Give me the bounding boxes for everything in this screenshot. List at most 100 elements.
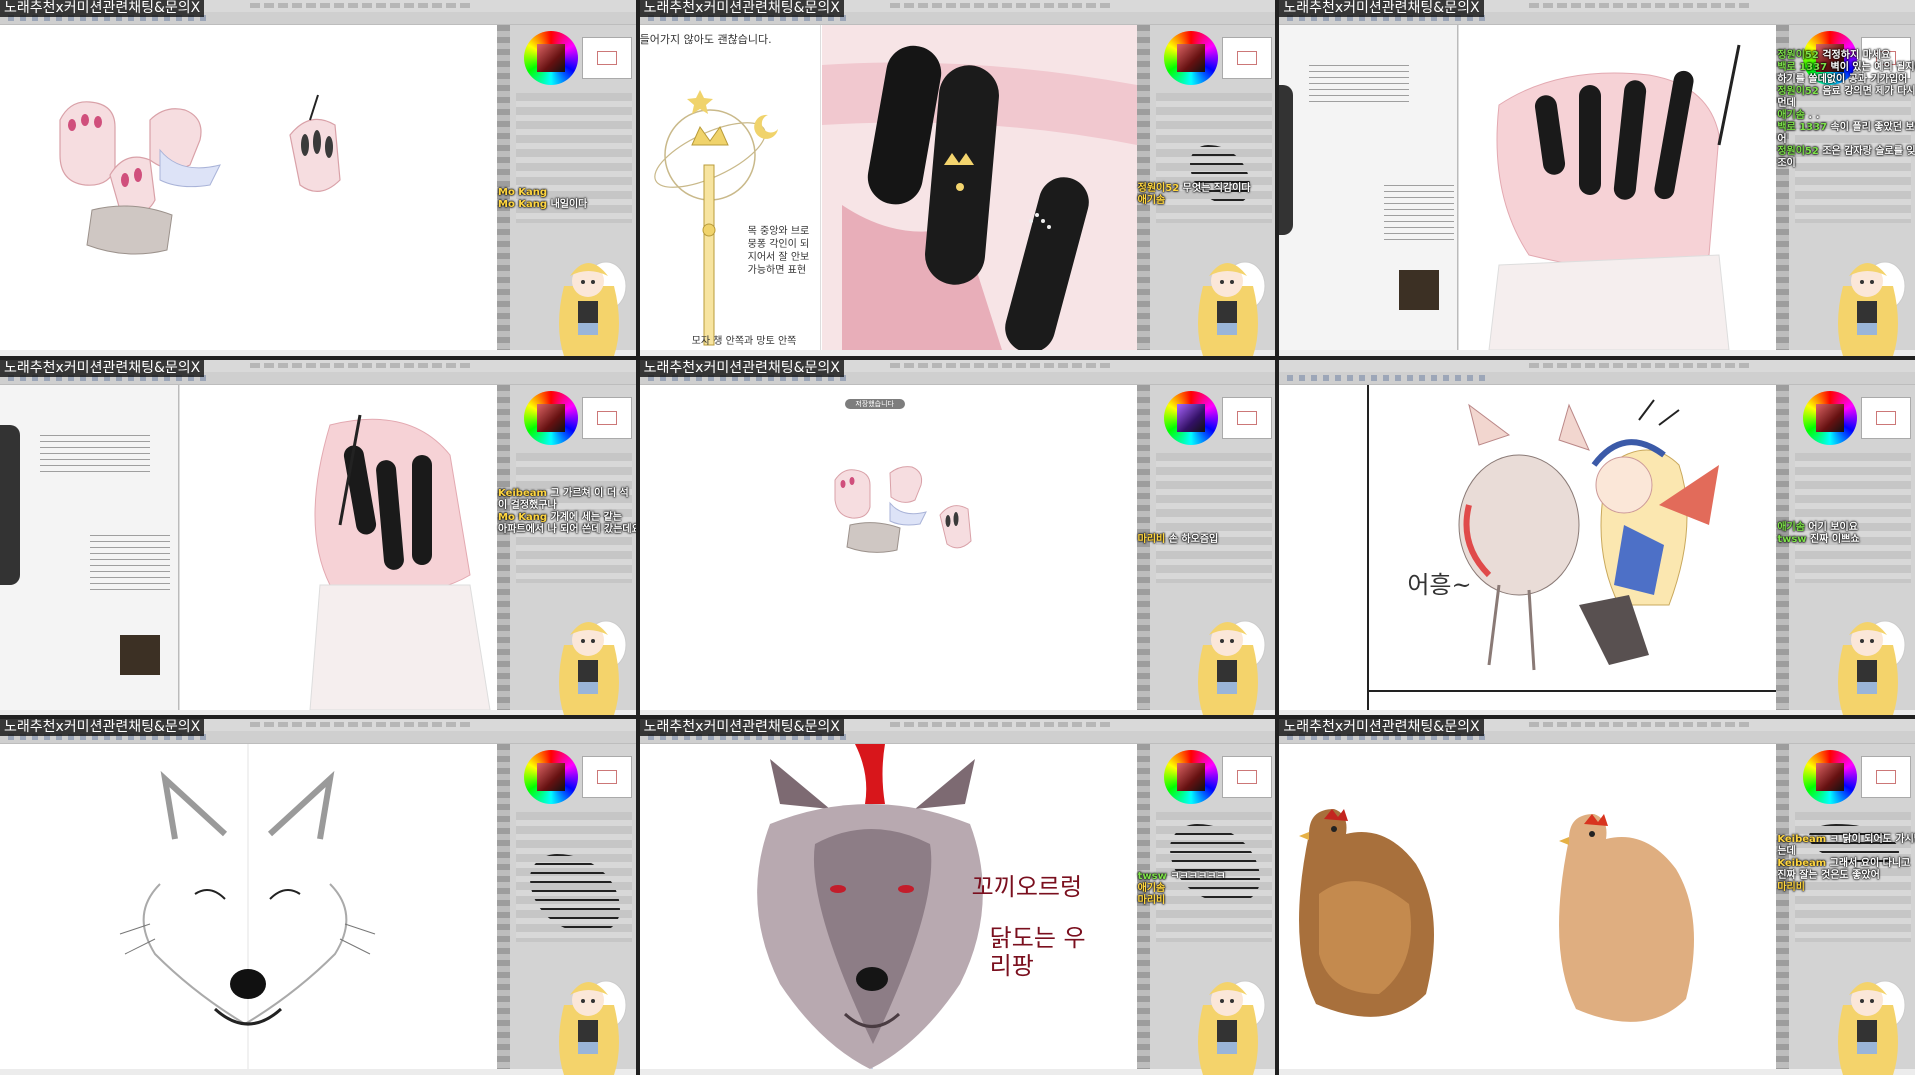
color-wheel[interactable] [524,31,578,85]
mascot-avatar [558,261,627,356]
panel-2: 노래추천x커미션관련채팅&문의X 들어가지 않아도 괜찮습니다. 목 중앙와 브… [639,0,1276,356]
mascot-avatar [1838,980,1906,1075]
navigator-preview[interactable] [582,396,632,439]
chat-line: Keibeam 그래서 요이 다니고 [1777,858,1911,870]
stream-title-overlay: 노래추천x커미션관련채팅&문의X [1279,719,1484,737]
wolf-painting-artwork [756,744,983,1070]
layer-properties[interactable] [1155,452,1272,583]
nail-closeup-artwork [821,25,1137,350]
mascot-avatar [1198,620,1266,716]
art-caption-1: 꼬끼오르렁 [971,873,1083,902]
color-wheel[interactable] [524,390,578,445]
chat-overlay: 정원이52 무엇는 직감이다 애기솜 [1138,183,1251,207]
tool-strip[interactable] [1279,371,1915,385]
color-wheel[interactable] [524,750,578,805]
drawing-canvas[interactable]: 저장했습니다 [639,384,1137,710]
panel-7: 노래추천x커미션관련채팅&문의X [0,719,636,1075]
drawing-canvas[interactable]: 어흥~ [1279,384,1777,710]
navigator-preview[interactable] [582,756,632,799]
panel-8: 노래추천x커미션관련채팅&문의X 꼬끼오르렁 닭도는 우리팡 twsw ㅋㅋㅋㅋ… [639,719,1276,1075]
panel-9: 노래추천x커미션관련채팅&문의X Keibeam ㅋ 닭이 되어도 가시망 는데… [1279,719,1915,1075]
drawing-canvas[interactable] [0,25,497,350]
wolf-lineart-artwork [119,744,376,1070]
sketch-caption: 어흥~ [1407,570,1472,599]
chat-overlay: Keibeam ㅋ 닭이 되어도 가시망 는데 Keibeam 그래서 요이 다… [1777,834,1915,894]
chat-line: 마리비 손 하오즘입 [1137,533,1219,545]
tool-palette[interactable] [497,744,510,1070]
chat-line: 조이 [1777,158,1796,169]
mascot-avatar [1838,620,1906,716]
chat-line: 는데 [1777,846,1796,858]
chicken-artwork [1299,809,1695,1023]
mascot-avatar [558,620,627,716]
nail-hand-artwork [1459,25,1777,350]
navigator-preview[interactable] [1861,756,1912,799]
chat-line: 애기솜 어기 보이요 [1777,521,1858,533]
color-wheel[interactable] [1163,750,1218,805]
drawing-canvas[interactable] [1279,25,1777,350]
chat-line: 백로 1337 벽이 있는 예의 될지라가능 [1777,62,1915,73]
mascot-avatar [558,980,627,1075]
chat-line: Mo Kang [498,187,548,198]
drawing-canvas[interactable] [0,384,497,710]
chat-overlay: Keibeam 그 가르쳐 이 더 석 이 걸정했구나 Mo Kang 가계에 … [498,488,636,536]
mascot-avatar [1198,261,1266,356]
chat-overlay: 정원이52 걱정하지 마세요 백로 1337 벽이 있는 예의 될지라가능 하기… [1777,50,1915,170]
chat-line: 이 걸정했구나 [498,499,557,511]
navigator-preview[interactable] [1221,37,1272,79]
drawing-canvas[interactable] [1279,744,1777,1070]
annotation-footer: 모자 챙 안쪽과 망토 안쪽 [691,336,797,347]
chat-line: twsw 진짜 이쁘쇼 [1777,533,1860,545]
mascot-avatar [1838,261,1906,356]
nail-hand-artwork [180,384,497,710]
chat-line: 정원이52 음료 강의면 제가 다시 [1777,86,1915,97]
stream-title-overlay: 노래추천x커미션관련채팅&문의X [1279,0,1484,17]
chat-line: 애기솜 . . [1777,110,1820,121]
chat-line: 정원이52 무엇는 직감이다 [1137,183,1251,194]
navigator-preview[interactable] [1221,396,1272,439]
color-wheel[interactable] [1163,390,1218,445]
reference-caption: 들어가지 않아도 괜찮습니다. [639,33,772,46]
drawing-canvas[interactable]: 들어가지 않아도 괜찮습니다. 목 중앙와 브로 뭉퐁 각인이 되 지어서 잘 … [639,25,1137,350]
navigator-preview[interactable] [1861,396,1912,439]
drawing-canvas[interactable] [0,744,497,1070]
reference-sheet [0,384,179,710]
stream-title-overlay: 노래추천x커미션관련채팅&문의X [0,0,205,17]
mascot-avatar [1198,980,1266,1075]
art-caption-2: 닭도는 우리팡 [989,924,1086,981]
character-sketch-artwork [1458,399,1720,670]
navigator-preview[interactable] [582,37,632,79]
stream-title-overlay: 노래추천x커미션관련채팅&문의X [0,359,205,377]
stream-title-overlay: 노래추천x커미션관련채팅&문의X [639,0,844,17]
stream-grid: 노래추천x커미션관련채팅&문의X Mo Kang Mo Kang 내일이다 노래… [0,0,1915,1075]
chat-line: Keibeam 그 가르쳐 이 더 석 [498,487,629,499]
navigator-preview[interactable] [1221,756,1272,799]
chat-line: 마리비 [1137,895,1166,907]
hands-sketch-artwork [59,94,341,255]
chat-line: Keibeam ㅋ 닭이 되어도 가시망 [1777,834,1915,846]
chat-line: Mo Kang 내일이다 [498,199,588,210]
chat-overlay: 마리비 손 하오즘입 [1138,534,1219,546]
chat-line: 아파트에서 나 되어 쓴데 갔는데요 [498,523,636,535]
color-wheel[interactable] [1163,31,1218,85]
panel-4: 노래추천x커미션관련채팅&문의X Keibeam 그 가르쳐 이 더 석 이 걸… [0,359,636,716]
chat-line: 어 [1777,134,1787,145]
reference-sheet [1279,25,1459,350]
drawing-canvas[interactable]: 꼬끼오르렁 닭도는 우리팡 [639,744,1137,1070]
chat-line: 하기를 쓸데없이 공과 기가입어 [1777,74,1908,85]
color-wheel[interactable] [1803,390,1858,445]
tool-palette[interactable] [497,384,510,710]
tool-palette[interactable] [1136,384,1150,710]
layer-properties[interactable] [1795,452,1912,583]
panel-1: 노래추천x커미션관련채팅&문의X Mo Kang Mo Kang 내일이다 [0,0,636,356]
chat-line: 백로 1337 속이 플리 좋았던 보일 [1777,122,1915,133]
panel-5: 노래추천x커미션관련채팅&문의X 저장했습니다 마리비 손 하오즘입 [639,359,1276,716]
save-notification: 저장했습니다 [844,398,905,409]
wand-sketch-artwork [653,90,778,346]
color-wheel[interactable] [1803,750,1858,805]
tool-palette[interactable] [1776,744,1790,1070]
chat-overlay: 애기솜 어기 보이요 twsw 진짜 이쁘쇼 [1777,522,1859,546]
stream-title-overlay: 노래추천x커미션관련채팅&문의X [639,719,844,737]
tool-palette[interactable] [1776,384,1790,710]
chat-overlay: twsw ㅋㅋㅋㅋㅋㅋ 애기솜 마리비 [1138,871,1226,907]
